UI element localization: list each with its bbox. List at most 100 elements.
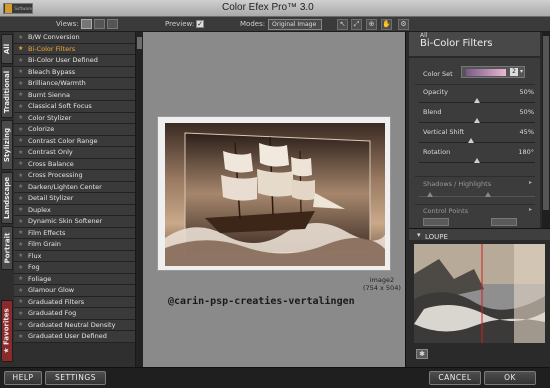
settings-icon[interactable]: ⚙	[398, 19, 409, 30]
shadows-highlights-label[interactable]: Shadows / Highlights	[423, 180, 491, 188]
filter-item[interactable]: ★ Graduated User Defined	[14, 331, 135, 343]
control-points-label[interactable]: Control Points	[423, 207, 468, 215]
filter-item[interactable]: ★ Brilliance/Warmth	[14, 78, 135, 90]
shadows-slider-thumb[interactable]	[427, 192, 433, 197]
hand-tool-icon[interactable]: ✋	[381, 19, 392, 30]
favorite-star-icon[interactable]: ★	[18, 264, 28, 271]
tab-favorites[interactable]: ★ Favorites	[1, 300, 13, 362]
filter-item-label: Dynamic Skin Softener	[28, 217, 103, 226]
filter-item[interactable]: ★ Flux	[14, 250, 135, 262]
favorite-star-icon[interactable]: ★	[18, 57, 28, 64]
ok-button[interactable]: OK	[484, 371, 536, 385]
filter-item[interactable]: ★ Contrast Color Range	[14, 135, 135, 147]
vertical-shift-slider[interactable]	[419, 142, 535, 143]
filter-item[interactable]: ★ Bleach Bypass	[14, 66, 135, 78]
favorite-star-icon[interactable]: ★	[18, 149, 28, 156]
color-set-select[interactable]: 2 ▾	[461, 66, 525, 78]
filter-item[interactable]: ★ Fog	[14, 262, 135, 274]
opacity-slider-thumb[interactable]	[474, 98, 480, 103]
filter-item[interactable]: ★ B/W Conversion	[14, 32, 135, 44]
filter-item[interactable]: ★ Cross Processing	[14, 170, 135, 182]
vertical-shift-slider-thumb[interactable]	[468, 138, 474, 143]
filter-item[interactable]: ★ Foliage	[14, 273, 135, 285]
modes-label: Modes:	[240, 20, 266, 28]
favorite-star-icon[interactable]: ★	[18, 218, 28, 225]
blend-slider-thumb[interactable]	[474, 118, 480, 123]
tab-traditional[interactable]: Traditional	[1, 66, 13, 118]
filter-item-label: Contrast Only	[28, 148, 73, 157]
cancel-button[interactable]: CANCEL	[429, 371, 481, 385]
favorite-star-icon[interactable]: ★	[18, 34, 28, 41]
modes-select[interactable]: Original Image	[268, 19, 322, 30]
favorite-star-icon[interactable]: ★	[18, 126, 28, 133]
favorite-star-icon[interactable]: ★	[18, 195, 28, 202]
favorite-star-icon[interactable]: ★	[18, 172, 28, 179]
tab-stylizing[interactable]: Stylizing	[1, 120, 13, 170]
filter-item[interactable]: ★ Film Grain	[14, 239, 135, 251]
filter-item[interactable]: ★ Burnt Sienna	[14, 89, 135, 101]
favorite-star-icon[interactable]: ★	[18, 275, 28, 282]
highlights-slider-thumb[interactable]	[485, 192, 491, 197]
favorite-star-icon[interactable]: ★	[18, 114, 28, 121]
favorite-star-icon[interactable]: ★	[18, 298, 28, 305]
tab-portrait[interactable]: Portrait	[1, 226, 13, 270]
rotation-slider-thumb[interactable]	[474, 158, 480, 163]
single-view-button[interactable]	[81, 19, 92, 29]
side-by-side-view-button[interactable]	[107, 19, 118, 29]
favorite-star-icon[interactable]: ★	[18, 183, 28, 190]
split-view-button[interactable]	[94, 19, 105, 29]
favorite-star-icon[interactable]: ★	[18, 241, 28, 248]
loupe-header[interactable]: ▾ LOUPE	[409, 228, 550, 241]
settings-button[interactable]: SETTINGS	[45, 371, 106, 385]
filter-item[interactable]: ★ Duplex	[14, 204, 135, 216]
filter-item[interactable]: ★ Detail Stylizer	[14, 193, 135, 205]
favorite-star-icon[interactable]: ★	[18, 103, 28, 110]
category-tabs: All Traditional Stylizing Landscape Port…	[0, 32, 14, 367]
panel-header: All Bi-Color Filters	[409, 32, 540, 56]
filter-item[interactable]: ★ Color Stylizer	[14, 112, 135, 124]
favorite-star-icon[interactable]: ★	[18, 252, 28, 259]
filter-item[interactable]: ★ Bi-Color User Defined	[14, 55, 135, 67]
filter-item[interactable]: ★ Graduated Neutral Density	[14, 319, 135, 331]
nik-logo: Software	[3, 3, 33, 14]
favorite-star-icon[interactable]: ★	[18, 137, 28, 144]
pin-loupe-icon[interactable]: ✱	[416, 349, 428, 359]
filter-item[interactable]: ★ Cross Balance	[14, 158, 135, 170]
favorite-star-icon[interactable]: ★	[18, 287, 28, 294]
fit-screen-icon[interactable]: ⤢	[351, 19, 362, 30]
add-negative-control-point-button[interactable]	[491, 218, 517, 226]
filter-item[interactable]: ★ Classical Soft Focus	[14, 101, 135, 113]
zoom-icon[interactable]: ⊕	[366, 19, 377, 30]
favorite-star-icon[interactable]: ★	[18, 333, 28, 340]
favorite-star-icon[interactable]: ★	[18, 80, 28, 87]
filter-list-scrollbar[interactable]	[136, 32, 143, 367]
arrow-tool-icon[interactable]: ↖	[337, 19, 348, 30]
panel-scrollbar[interactable]	[542, 32, 550, 228]
favorite-star-icon[interactable]: ★	[18, 229, 28, 236]
filter-item[interactable]: ★ Graduated Filters	[14, 296, 135, 308]
filter-item-label: B/W Conversion	[28, 33, 80, 42]
preview-checkbox[interactable]: ✓	[196, 20, 204, 28]
add-positive-control-point-button[interactable]	[423, 218, 449, 226]
filter-item[interactable]: ★ Contrast Only	[14, 147, 135, 159]
tab-landscape[interactable]: Landscape	[1, 172, 13, 224]
filter-item[interactable]: ★ Film Effects	[14, 227, 135, 239]
filter-item[interactable]: ★ Bi-Color Filters	[14, 43, 135, 55]
shadows-slider[interactable]	[419, 196, 535, 197]
favorite-star-icon[interactable]: ★	[18, 310, 28, 317]
favorite-star-icon[interactable]: ★	[18, 91, 28, 98]
tab-all[interactable]: All	[1, 34, 13, 64]
favorite-star-icon[interactable]: ★	[18, 321, 28, 328]
favorite-star-icon[interactable]: ★	[18, 45, 28, 52]
filter-item[interactable]: ★ Graduated Fog	[14, 308, 135, 320]
filter-item-label: Graduated Filters	[28, 297, 85, 306]
help-button[interactable]: HELP	[4, 371, 42, 385]
favorite-star-icon[interactable]: ★	[18, 160, 28, 167]
favorite-star-icon[interactable]: ★	[18, 68, 28, 75]
filter-item[interactable]: ★ Glamour Glow	[14, 285, 135, 297]
filter-item[interactable]: ★ Darken/Lighten Center	[14, 181, 135, 193]
filter-item[interactable]: ★ Dynamic Skin Softener	[14, 216, 135, 228]
favorite-star-icon[interactable]: ★	[18, 206, 28, 213]
filter-item-label: Bi-Color User Defined	[28, 56, 98, 65]
filter-item[interactable]: ★ Colorize	[14, 124, 135, 136]
